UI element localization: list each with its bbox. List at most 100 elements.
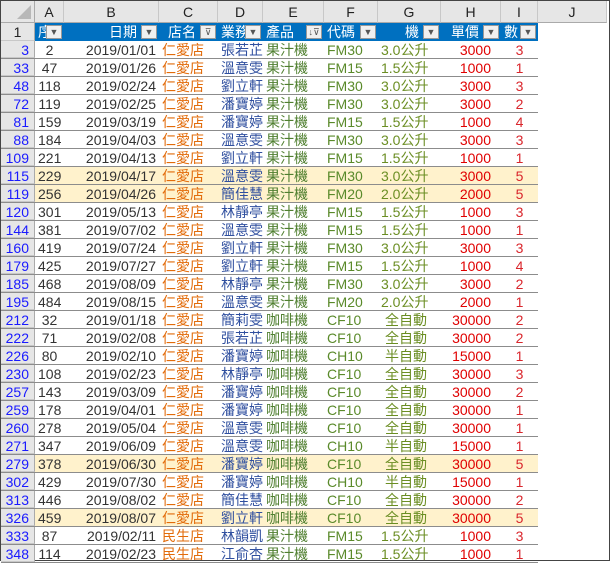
cell-qty[interactable]: 3 bbox=[501, 41, 538, 58]
cell-product[interactable]: 咖啡機 bbox=[263, 455, 324, 472]
cell-code[interactable]: CF10 bbox=[324, 383, 378, 400]
cell-code[interactable]: CF10 bbox=[324, 455, 378, 472]
cell-date[interactable]: 2019/06/09 bbox=[64, 437, 159, 454]
cell-sales[interactable]: 潘寶婷 bbox=[218, 347, 263, 364]
cell-store[interactable]: 仁愛店 bbox=[159, 347, 218, 364]
cell-qty[interactable]: 1 bbox=[501, 401, 538, 418]
cell-spec[interactable]: 全自動 bbox=[378, 401, 441, 418]
cell-store[interactable]: 仁愛店 bbox=[159, 257, 218, 274]
cell-seq[interactable]: 114 bbox=[35, 545, 64, 562]
row-number[interactable]: 115 bbox=[1, 167, 35, 184]
cell-spec[interactable]: 全自動 bbox=[378, 311, 441, 328]
cell-spec[interactable]: 半自動 bbox=[378, 473, 441, 490]
cell-qty[interactable]: 5 bbox=[501, 185, 538, 202]
filter-dropdown-icon[interactable]: ▼ bbox=[46, 25, 62, 39]
sort-filter-icon[interactable]: ↓⊽ bbox=[306, 25, 322, 39]
cell-spec[interactable]: 2.0公升 bbox=[378, 185, 441, 202]
row-number[interactable]: 279 bbox=[1, 455, 35, 472]
cell-date[interactable]: 2019/07/30 bbox=[64, 473, 159, 490]
cell-spec[interactable]: 1.5公升 bbox=[378, 113, 441, 130]
cell-sales[interactable]: 劉立軒 bbox=[218, 239, 263, 256]
row-number[interactable]: 195 bbox=[1, 293, 35, 310]
cell-seq[interactable]: 71 bbox=[35, 329, 64, 346]
cell-spec[interactable]: 全自動 bbox=[378, 365, 441, 382]
row-number[interactable]: 313 bbox=[1, 491, 35, 508]
cell-seq[interactable]: 381 bbox=[35, 221, 64, 238]
cell-product[interactable]: 咖啡機 bbox=[263, 311, 324, 328]
row-number[interactable]: 348 bbox=[1, 545, 35, 562]
cell-code[interactable]: FM15 bbox=[324, 203, 378, 220]
cell-code[interactable]: FM30 bbox=[324, 239, 378, 256]
cell-code[interactable]: CF10 bbox=[324, 365, 378, 382]
cell-qty[interactable]: 3 bbox=[501, 203, 538, 220]
cell-spec[interactable]: 全自動 bbox=[378, 491, 441, 508]
cell-sales[interactable]: 溫意雯 bbox=[218, 59, 263, 76]
cell-sales[interactable]: 溫意雯 bbox=[218, 293, 263, 310]
cell-code[interactable]: FM30 bbox=[324, 95, 378, 112]
row-number[interactable]: 179 bbox=[1, 257, 35, 274]
row-number[interactable]: 326 bbox=[1, 509, 35, 526]
cell-code[interactable]: CH10 bbox=[324, 437, 378, 454]
cell-date[interactable]: 2019/02/23 bbox=[64, 545, 159, 562]
column-header-j[interactable]: J bbox=[538, 1, 607, 23]
cell-qty[interactable]: 1 bbox=[501, 221, 538, 238]
cell-store[interactable]: 仁愛店 bbox=[159, 185, 218, 202]
cell-spec[interactable]: 半自動 bbox=[378, 347, 441, 364]
cell-spec[interactable]: 3.0公升 bbox=[378, 239, 441, 256]
cell-seq[interactable]: 32 bbox=[35, 311, 64, 328]
cell-spec[interactable]: 1.5公升 bbox=[378, 545, 441, 562]
row-number[interactable]: 33 bbox=[1, 59, 35, 76]
cell-spec[interactable]: 全自動 bbox=[378, 383, 441, 400]
cell-store[interactable]: 仁愛店 bbox=[159, 203, 218, 220]
cell-qty[interactable]: 5 bbox=[501, 455, 538, 472]
cell-sales[interactable]: 林靜亭 bbox=[218, 365, 263, 382]
cell-price[interactable]: 30000 bbox=[441, 383, 501, 400]
cell-code[interactable]: CH10 bbox=[324, 347, 378, 364]
cell-seq[interactable]: 118 bbox=[35, 77, 64, 94]
cell-product[interactable]: 果汁機 bbox=[263, 221, 324, 238]
cell-spec[interactable]: 全自動 bbox=[378, 329, 441, 346]
cell-date[interactable]: 2019/04/03 bbox=[64, 131, 159, 148]
cell-sales[interactable]: 潘寶婷 bbox=[218, 113, 263, 130]
row-number[interactable]: 333 bbox=[1, 527, 35, 544]
cell-spec[interactable]: 全自動 bbox=[378, 455, 441, 472]
cell-sales[interactable]: 溫意雯 bbox=[218, 437, 263, 454]
cell-date[interactable]: 2019/02/10 bbox=[64, 347, 159, 364]
cell-date[interactable]: 2019/04/26 bbox=[64, 185, 159, 202]
cell-date[interactable]: 2019/04/17 bbox=[64, 167, 159, 184]
cell-price[interactable]: 30000 bbox=[441, 509, 501, 526]
cell-seq[interactable]: 256 bbox=[35, 185, 64, 202]
cell-seq[interactable]: 159 bbox=[35, 113, 64, 130]
cell-code[interactable]: FM30 bbox=[324, 167, 378, 184]
cell-date[interactable]: 2019/07/02 bbox=[64, 221, 159, 238]
cell-store[interactable]: 仁愛店 bbox=[159, 113, 218, 130]
cell-product[interactable]: 果汁機 bbox=[263, 113, 324, 130]
cell-price[interactable]: 3000 bbox=[441, 95, 501, 112]
cell-product[interactable]: 果汁機 bbox=[263, 95, 324, 112]
cell-date[interactable]: 2019/03/19 bbox=[64, 113, 159, 130]
cell-seq[interactable]: 178 bbox=[35, 401, 64, 418]
cell-code[interactable]: FM15 bbox=[324, 221, 378, 238]
select-all-button[interactable] bbox=[1, 1, 35, 23]
cell-price[interactable]: 1000 bbox=[441, 527, 501, 544]
cell-spec[interactable]: 1.5公升 bbox=[378, 203, 441, 220]
cell-code[interactable]: FM15 bbox=[324, 257, 378, 274]
cell-qty[interactable]: 2 bbox=[501, 491, 538, 508]
cell-qty[interactable]: 1 bbox=[501, 347, 538, 364]
cell-qty[interactable]: 1 bbox=[501, 149, 538, 166]
cell-product[interactable]: 果汁機 bbox=[263, 239, 324, 256]
column-header-h[interactable]: H bbox=[441, 1, 501, 23]
cell-qty[interactable]: 4 bbox=[501, 113, 538, 130]
cell-date[interactable]: 2019/05/13 bbox=[64, 203, 159, 220]
cell-sales[interactable]: 林靜亭 bbox=[218, 203, 263, 220]
cell-code[interactable]: FM15 bbox=[324, 149, 378, 166]
cell-sales[interactable]: 林韻凱 bbox=[218, 527, 263, 544]
cell-qty[interactable]: 2 bbox=[501, 275, 538, 292]
row-number[interactable]: 88 bbox=[1, 131, 35, 148]
row-number[interactable]: 185 bbox=[1, 275, 35, 292]
cell-sales[interactable]: 潘寶婷 bbox=[218, 383, 263, 400]
cell-store[interactable]: 民生店 bbox=[159, 545, 218, 562]
cell-sales[interactable]: 溫意雯 bbox=[218, 167, 263, 184]
cell-store[interactable]: 仁愛店 bbox=[159, 95, 218, 112]
cell-seq[interactable]: 484 bbox=[35, 293, 64, 310]
